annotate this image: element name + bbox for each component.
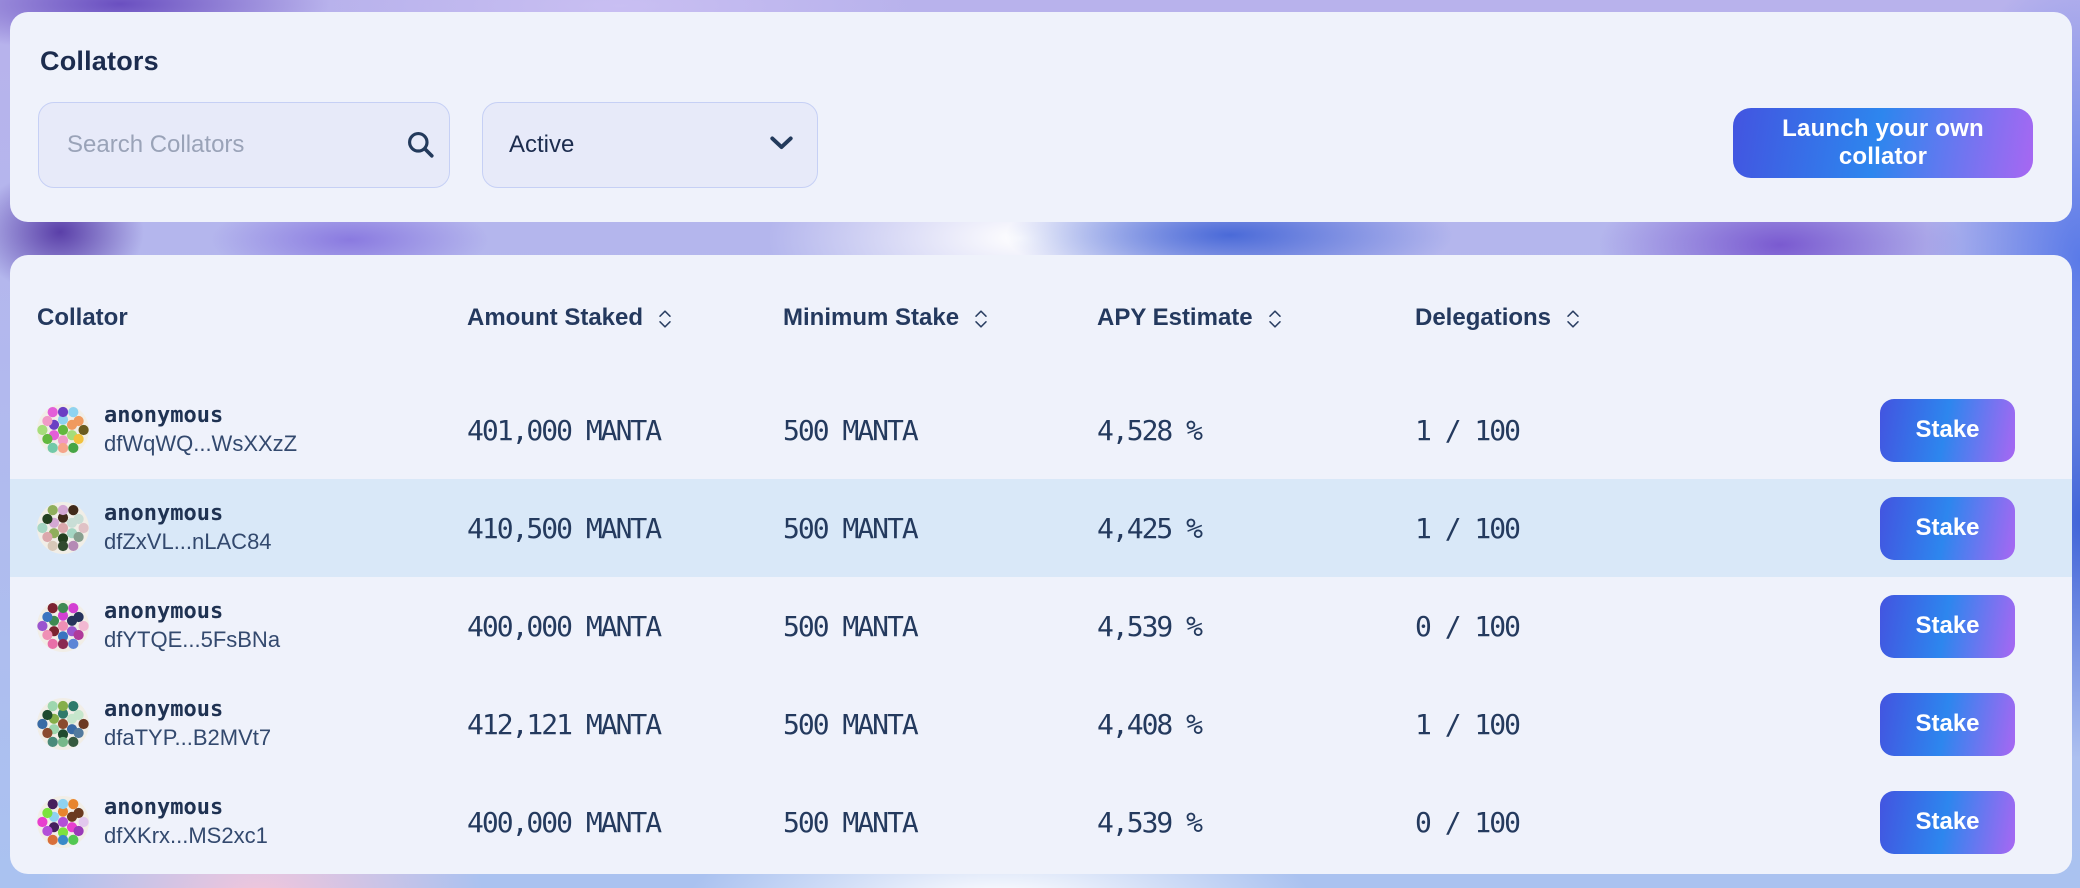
column-header-label: Amount Staked — [467, 304, 643, 332]
apy-estimate-value: 4,408 % — [1097, 708, 1415, 741]
minimum-stake-value: 500 MANTA — [783, 512, 1097, 545]
collator-address: dfXKrx...MS2xc1 — [104, 824, 268, 848]
amount-staked-value: 401,000 MANTA — [467, 414, 783, 447]
delegations-value: 1 / 100 — [1415, 414, 1745, 447]
table-body: anonymous dfWqWQ...WsXXzZ 401,000 MANTA … — [10, 381, 2072, 871]
column-header-label: Collator — [37, 304, 128, 332]
collator-name: anonymous — [104, 600, 280, 624]
collator-cell: anonymous dfXKrx...MS2xc1 — [37, 796, 467, 848]
sort-icon — [1565, 309, 1581, 329]
column-header-label: Minimum Stake — [783, 304, 959, 332]
column-header-label: APY Estimate — [1097, 304, 1253, 332]
minimum-stake-value: 500 MANTA — [783, 806, 1097, 839]
column-header-label: Delegations — [1415, 304, 1551, 332]
collator-name: anonymous — [104, 404, 297, 428]
collator-identicon — [37, 404, 89, 456]
page-title: Collators — [40, 46, 159, 77]
collator-name: anonymous — [104, 796, 268, 820]
collator-address: dfZxVL...nLAC84 — [104, 530, 272, 554]
amount-staked-value: 400,000 MANTA — [467, 806, 783, 839]
stake-button[interactable]: Stake — [1880, 399, 2015, 462]
collator-cell: anonymous dfYTQE...5FsBNa — [37, 600, 467, 652]
table-row[interactable]: anonymous dfaTYP...B2MVt7 412,121 MANTA … — [10, 675, 2072, 773]
collator-identicon — [37, 796, 89, 848]
collator-address: dfWqWQ...WsXXzZ — [104, 432, 297, 456]
apy-estimate-value: 4,539 % — [1097, 806, 1415, 839]
collator-address: dfYTQE...5FsBNa — [104, 628, 280, 652]
apy-estimate-value: 4,425 % — [1097, 512, 1415, 545]
collator-name: anonymous — [104, 698, 271, 722]
collator-identicon — [37, 600, 89, 652]
status-filter-select[interactable]: Active — [482, 102, 818, 188]
collator-identicon — [37, 698, 89, 750]
status-filter-value: Active — [509, 131, 574, 159]
column-header-minimum-stake[interactable]: Minimum Stake — [783, 304, 1097, 332]
collators-table-panel: Collator Amount Staked Minimum Stake APY … — [10, 255, 2072, 874]
table-row[interactable]: anonymous dfZxVL...nLAC84 410,500 MANTA … — [10, 479, 2072, 577]
sort-icon — [1267, 309, 1283, 329]
column-header-collator: Collator — [37, 304, 467, 332]
search-collators-box — [38, 102, 450, 188]
stake-button[interactable]: Stake — [1880, 497, 2015, 560]
minimum-stake-value: 500 MANTA — [783, 610, 1097, 643]
collator-name: anonymous — [104, 502, 272, 526]
search-input[interactable] — [39, 103, 393, 187]
collator-address: dfaTYP...B2MVt7 — [104, 726, 271, 750]
apy-estimate-value: 4,528 % — [1097, 414, 1415, 447]
minimum-stake-value: 500 MANTA — [783, 414, 1097, 447]
collator-cell: anonymous dfaTYP...B2MVt7 — [37, 698, 467, 750]
collator-cell: anonymous dfWqWQ...WsXXzZ — [37, 404, 467, 456]
collator-identicon — [37, 502, 89, 554]
collators-header-panel: Collators Active Launch your own collato… — [10, 12, 2072, 222]
delegations-value: 0 / 100 — [1415, 806, 1745, 839]
delegations-value: 1 / 100 — [1415, 708, 1745, 741]
delegations-value: 0 / 100 — [1415, 610, 1745, 643]
sort-icon — [973, 309, 989, 329]
column-header-amount-staked[interactable]: Amount Staked — [467, 304, 783, 332]
stake-button[interactable]: Stake — [1880, 791, 2015, 854]
column-header-delegations[interactable]: Delegations — [1415, 304, 1745, 332]
table-header-row: Collator Amount Staked Minimum Stake APY … — [10, 255, 2072, 381]
delegations-value: 1 / 100 — [1415, 512, 1745, 545]
stake-button[interactable]: Stake — [1880, 693, 2015, 756]
search-icon[interactable] — [393, 103, 449, 187]
amount-staked-value: 410,500 MANTA — [467, 512, 783, 545]
chevron-down-icon — [770, 136, 793, 155]
table-row[interactable]: anonymous dfYTQE...5FsBNa 400,000 MANTA … — [10, 577, 2072, 675]
table-row[interactable]: anonymous dfWqWQ...WsXXzZ 401,000 MANTA … — [10, 381, 2072, 479]
table-row[interactable]: anonymous dfXKrx...MS2xc1 400,000 MANTA … — [10, 773, 2072, 871]
sort-icon — [657, 309, 673, 329]
collator-cell: anonymous dfZxVL...nLAC84 — [37, 502, 467, 554]
apy-estimate-value: 4,539 % — [1097, 610, 1415, 643]
column-header-apy-estimate[interactable]: APY Estimate — [1097, 304, 1415, 332]
amount-staked-value: 412,121 MANTA — [467, 708, 783, 741]
launch-collator-button[interactable]: Launch your own collator — [1733, 108, 2033, 178]
amount-staked-value: 400,000 MANTA — [467, 610, 783, 643]
stake-button[interactable]: Stake — [1880, 595, 2015, 658]
minimum-stake-value: 500 MANTA — [783, 708, 1097, 741]
